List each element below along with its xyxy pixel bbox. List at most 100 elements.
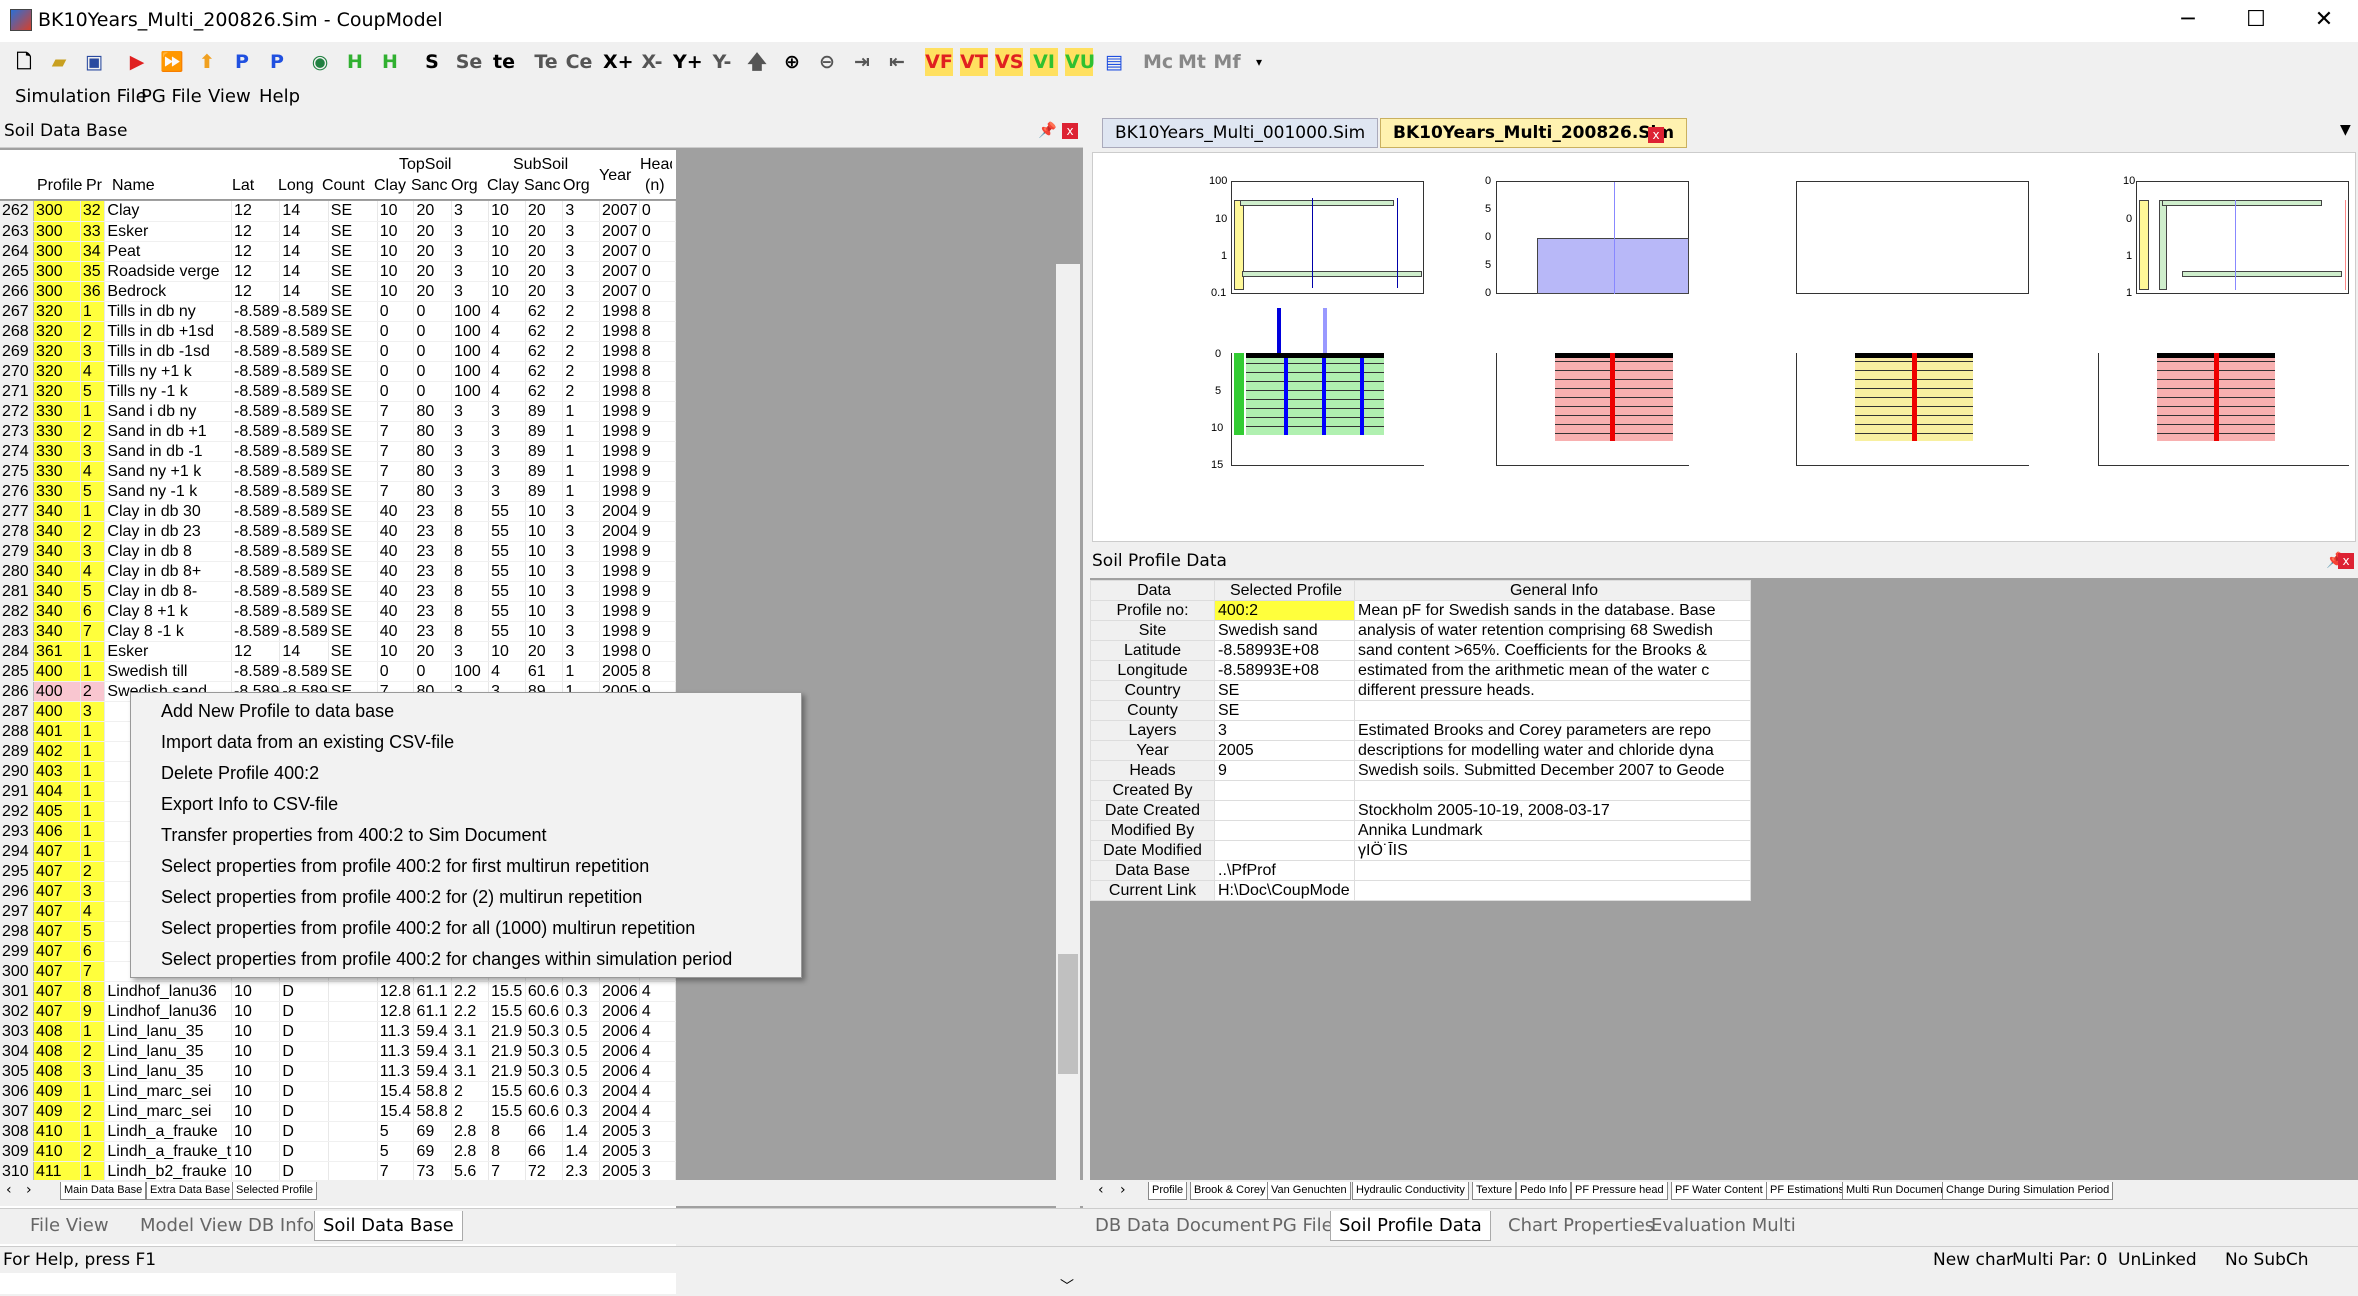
table-cell[interactable]: 10: [231, 981, 281, 1002]
table-cell[interactable]: SE: [328, 321, 378, 342]
table-cell[interactable]: 8: [80, 981, 106, 1002]
x-minus-button[interactable]: X-: [638, 48, 666, 76]
table-cell[interactable]: 1998: [599, 641, 640, 662]
table-cell[interactable]: Esker: [104, 641, 233, 662]
table-cell[interactable]: 60.6: [525, 1081, 564, 1102]
table-cell[interactable]: 320: [33, 361, 81, 382]
table-cell[interactable]: 340: [33, 561, 81, 582]
table-cell[interactable]: 100: [451, 661, 490, 682]
table-cell[interactable]: 36: [80, 281, 106, 302]
table-cell[interactable]: D: [279, 1141, 329, 1162]
sheet-tab-change-during-period[interactable]: Change During Simulation Period: [1942, 1182, 2114, 1200]
table-cell[interactable]: 8: [451, 621, 490, 642]
table-row[interactable]: 269 320 3 Tills in db -1sd -8.589 -8.589 SE 0 0 1…: [0, 341, 676, 362]
table-cell[interactable]: 8: [488, 1121, 526, 1142]
vs-button[interactable]: VS: [995, 48, 1023, 76]
sp-value[interactable]: SE: [1214, 680, 1355, 701]
sheet-tab-profile[interactable]: Profile: [1148, 1182, 1188, 1200]
table-cell[interactable]: 3: [451, 221, 490, 242]
table-cell[interactable]: 10: [488, 241, 526, 262]
table-cell[interactable]: Clay 8 -1 k: [104, 621, 233, 642]
table-cell[interactable]: 5: [377, 1141, 415, 1162]
table-cell[interactable]: 21.9: [488, 1061, 526, 1082]
table-cell[interactable]: D: [279, 1121, 329, 1142]
vi-button[interactable]: VI: [1030, 48, 1058, 76]
table-cell[interactable]: 0: [639, 221, 676, 242]
table-cell[interactable]: 2.2: [451, 981, 490, 1002]
table-cell[interactable]: 4: [639, 1081, 676, 1102]
table-cell[interactable]: 407: [33, 1001, 81, 1022]
table-cell[interactable]: 2004: [599, 521, 640, 542]
table-cell[interactable]: SE: [328, 521, 378, 542]
table-row[interactable]: 264 300 34 Peat 12 14 SE 10 20 3 10 20 3 2007 0: [0, 241, 676, 262]
table-cell[interactable]: 9: [639, 601, 676, 622]
table-cell[interactable]: 2: [80, 1141, 106, 1162]
table-cell[interactable]: Peat: [104, 241, 233, 262]
table-cell[interactable]: 2: [80, 1101, 106, 1122]
table-cell[interactable]: 1: [80, 721, 106, 742]
table-cell[interactable]: 1: [80, 821, 106, 842]
table-cell[interactable]: 400: [33, 681, 81, 702]
table-cell[interactable]: 407: [33, 901, 81, 922]
table-cell[interactable]: 400: [33, 701, 81, 722]
table-cell[interactable]: 409: [33, 1101, 81, 1122]
table-cell[interactable]: 1998: [599, 561, 640, 582]
table-cell[interactable]: 284: [0, 641, 34, 662]
sp-info[interactable]: [1354, 780, 1751, 801]
table-cell[interactable]: SE: [328, 221, 378, 242]
table-cell[interactable]: 10: [525, 601, 564, 622]
table-cell[interactable]: 340: [33, 581, 81, 602]
table-cell[interactable]: 15.5: [488, 981, 526, 1002]
table-cell[interactable]: 100: [451, 381, 490, 402]
col-profile[interactable]: Profile: [37, 177, 82, 195]
table-cell[interactable]: 3: [639, 1121, 676, 1142]
table-cell[interactable]: 7: [488, 1161, 526, 1182]
table-cell[interactable]: 2: [451, 1101, 490, 1122]
table-cell[interactable]: 12: [231, 641, 281, 662]
table-cell[interactable]: 0: [413, 301, 453, 322]
table-cell[interactable]: 1: [80, 761, 106, 782]
menu-item-export-csv[interactable]: Export Info to CSV-file: [161, 794, 338, 815]
pin-icon[interactable]: 📌: [1038, 121, 1057, 139]
table-cell[interactable]: 268: [0, 321, 34, 342]
table-cell[interactable]: 340: [33, 521, 81, 542]
table-cell[interactable]: -8.589: [279, 461, 329, 482]
view-tab-evaluation-multi[interactable]: Evaluation Multi: [1651, 1215, 1796, 1236]
table-cell[interactable]: Tills in db +1sd: [104, 321, 233, 342]
pf-curve-plot-4[interactable]: [2136, 181, 2349, 294]
table-cell[interactable]: 69: [413, 1141, 453, 1162]
table-cell[interactable]: 406: [33, 821, 81, 842]
s-button[interactable]: S: [418, 48, 446, 76]
view-tab-file-view[interactable]: File View: [30, 1215, 109, 1236]
col-name[interactable]: Name: [112, 177, 155, 195]
table-cell[interactable]: 15.5: [488, 1001, 526, 1022]
table-cell[interactable]: 264: [0, 241, 34, 262]
table-cell[interactable]: 0.5: [562, 1061, 601, 1082]
table-cell[interactable]: 407: [33, 921, 81, 942]
table-cell[interactable]: 1: [80, 641, 106, 662]
table-cell[interactable]: -8.589: [279, 561, 329, 582]
table-cell[interactable]: [328, 1161, 378, 1182]
table-cell[interactable]: -8.589: [279, 481, 329, 502]
table-cell[interactable]: 361: [33, 641, 81, 662]
table-cell[interactable]: 2: [80, 1041, 106, 1062]
table-cell[interactable]: 59.4: [413, 1041, 453, 1062]
table-cell[interactable]: 300: [33, 281, 81, 302]
table-cell[interactable]: 14: [279, 641, 329, 662]
table-cell[interactable]: -8.589: [279, 661, 329, 682]
table-row[interactable]: 266 300 36 Bedrock 12 14 SE 10 20 3 10 20 3 2007 0: [0, 281, 676, 302]
menu-pg-file[interactable]: PG File: [141, 86, 202, 107]
table-cell[interactable]: 407: [33, 881, 81, 902]
col-org-sub[interactable]: Org: [563, 177, 590, 195]
table-cell[interactable]: 1: [562, 401, 601, 422]
table-cell[interactable]: 14: [279, 281, 329, 302]
view-tab-model-view[interactable]: Model View: [140, 1215, 242, 1236]
ce-button[interactable]: Ce: [565, 48, 593, 76]
table-cell[interactable]: 283: [0, 621, 34, 642]
table-cell[interactable]: 0: [377, 361, 415, 382]
table-cell[interactable]: 59.4: [413, 1061, 453, 1082]
table-cell[interactable]: -8.589: [231, 601, 281, 622]
sheet-next-icon[interactable]: ›: [1120, 1182, 1126, 1198]
col-count[interactable]: Count: [322, 177, 365, 195]
table-cell[interactable]: 10: [488, 221, 526, 242]
